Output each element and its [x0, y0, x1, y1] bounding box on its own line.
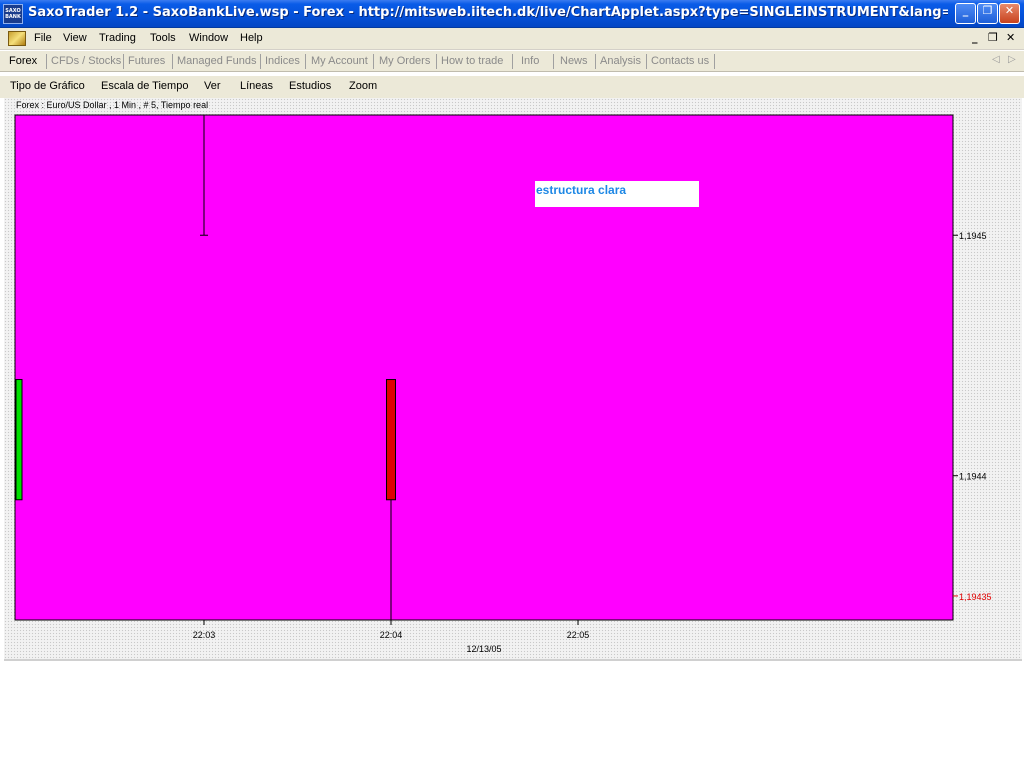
x-tick-label: 22:03 [193, 630, 216, 640]
annotation-text: estructura clara [536, 183, 626, 197]
x-tick-label: 22:05 [567, 630, 590, 640]
plot-area[interactable] [14, 114, 954, 621]
x-tick-label: 22:04 [380, 630, 403, 640]
y-axis: 1,1945 1,1944 1,19435 [953, 231, 992, 602]
y-tick-label: 1,1944 [959, 472, 987, 482]
y-tick-label: 1,1945 [959, 231, 987, 241]
candle-22:02 [15, 379, 23, 501]
price-chart[interactable]: 1,1945 1,1944 1,19435 22:03 22:04 22:05 12/13… [0, 0, 1024, 768]
candle-body [15, 379, 23, 501]
y-tick-label: 1,19435 [959, 592, 992, 602]
annotation[interactable]: estructura clara [535, 181, 699, 207]
app-window: SAXO BANK SaxoTrader 1.2 - SaxoBankLive.… [0, 0, 1024, 768]
candle-body [386, 379, 396, 501]
x-axis: 22:03 22:04 22:05 12/13/05 [193, 620, 590, 654]
date-label: 12/13/05 [466, 644, 501, 654]
